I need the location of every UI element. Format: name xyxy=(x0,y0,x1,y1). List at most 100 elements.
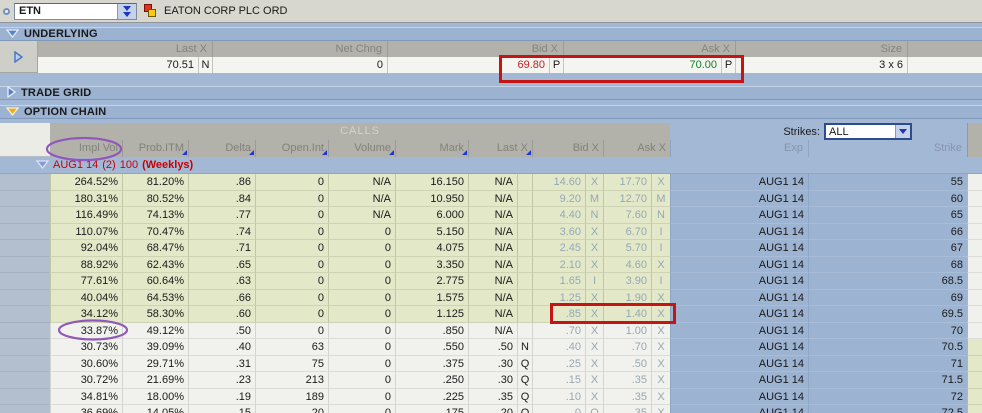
underlying-header-size[interactable]: Size xyxy=(735,41,907,57)
option-row[interactable]: 30.72% 21.69% .23 213 0.250.30 Q .15 X .35 X AUG1 … xyxy=(0,372,982,389)
underlying-header-bid[interactable]: Bid X xyxy=(387,41,563,57)
row-gutter xyxy=(0,372,50,389)
cell-ask[interactable]: .50 xyxy=(603,355,651,372)
cell-delta: .86 xyxy=(188,174,255,191)
symbol-value[interactable]: ETN xyxy=(15,5,117,17)
strikes-dropdown[interactable]: ALL xyxy=(824,123,912,140)
cell-volume: 0 xyxy=(328,273,395,290)
cell-bid[interactable]: .15 xyxy=(532,372,585,389)
cell-ask[interactable]: 1.90 xyxy=(603,289,651,306)
option-row[interactable]: 264.52% 81.20% .86 0 N/A 16.150 N/A 14.60 X 17.70… xyxy=(0,174,982,191)
cell-ask[interactable]: 6.70 xyxy=(603,223,651,240)
header-prob-itm[interactable]: Prob.ITM xyxy=(122,140,188,157)
option-row[interactable]: 34.12% 58.30% .60 0 0 1.125 N/A .85 X 1.40 X AUG1 1… xyxy=(0,306,982,323)
chevron-down-icon xyxy=(123,5,131,11)
cell-impl-vol: 30.72% xyxy=(50,372,122,389)
cell-bid[interactable]: .25 xyxy=(532,355,585,372)
option-row[interactable]: 33.87% 49.12% .50 0 0.850 N/A .70 X 1.00 X AUG1 14… xyxy=(0,322,982,339)
header-mark[interactable]: Mark xyxy=(395,140,468,157)
collapse-triangle-icon[interactable] xyxy=(5,28,20,41)
row-gutter xyxy=(0,306,50,323)
option-chain-section-bar[interactable]: OPTION CHAIN xyxy=(0,105,982,119)
puts-edge-cell xyxy=(967,207,982,224)
cell-bid[interactable]: 1.25 xyxy=(532,289,585,306)
trade-grid-section-bar[interactable]: TRADE GRID xyxy=(0,85,982,101)
option-row[interactable]: 110.07% 70.47% .74 0 0 5.150 N/A 3.60 X 6.70 I AUG1… xyxy=(0,223,982,240)
cell-bid[interactable]: .10 xyxy=(532,388,585,405)
header-delta[interactable]: Delta xyxy=(188,140,255,157)
cell-prob-itm: 81.20% xyxy=(122,174,188,191)
cell-ask[interactable]: .70 xyxy=(603,339,651,356)
cell-last: .35 xyxy=(468,388,517,405)
header-bid-x[interactable]: Bid X xyxy=(532,140,603,157)
cell-bid[interactable]: 9.20 xyxy=(532,190,585,207)
cell-prob-itm: 74.13% xyxy=(122,207,188,224)
header-last-x[interactable]: Last X xyxy=(468,140,532,157)
header-exp[interactable]: Exp xyxy=(670,140,808,157)
underlying-header-last[interactable]: Last X xyxy=(38,41,212,57)
symbol-combobox[interactable]: ETN xyxy=(14,2,137,20)
option-row[interactable]: 34.81% 18.00% .19 189 0.225.35 Q .10 X .35 X AUG1 … xyxy=(0,388,982,405)
strikes-dropdown-button[interactable] xyxy=(895,125,910,138)
cell-ask[interactable]: 1.00 xyxy=(603,322,651,339)
cell-prob-itm: 64.53% xyxy=(122,289,188,306)
cell-ask[interactable]: 4.60 xyxy=(603,256,651,273)
cell-bid-exchange: X xyxy=(585,322,603,339)
underlying-ask-value[interactable]: 70.00 xyxy=(563,57,721,73)
symbol-dropdown-button[interactable] xyxy=(117,3,136,19)
header-ask-x[interactable]: Ask X xyxy=(603,140,670,157)
cell-ask[interactable]: .35 xyxy=(603,405,651,413)
collapse-triangle-icon[interactable] xyxy=(35,159,50,172)
header-volume[interactable]: Volume xyxy=(328,140,395,157)
cell-ask[interactable]: 7.60 xyxy=(603,207,651,224)
cell-bid[interactable]: 4.40 xyxy=(532,207,585,224)
underlying-bid-value[interactable]: 69.80 xyxy=(387,57,549,73)
underlying-header-ask[interactable]: Ask X xyxy=(563,41,735,57)
collapse-triangle-icon[interactable] xyxy=(5,106,20,119)
cell-bid[interactable]: .40 xyxy=(532,339,585,356)
option-row[interactable]: 180.31% 80.52% .84 0 N/A 10.950 N/A 9.20 M 12.70 M… xyxy=(0,190,982,207)
cell-bid[interactable]: .70 xyxy=(532,322,585,339)
cell-bid[interactable]: 2.45 xyxy=(532,240,585,257)
cell-ask-exchange: X xyxy=(651,322,670,339)
option-row[interactable]: 88.92% 62.43% .65 0 0 3.350 N/A 2.10 X 4.60 X AUG1 … xyxy=(0,256,982,273)
option-row[interactable]: 40.04% 64.53% .66 0 0 1.575 N/A 1.25 X 1.90 X AUG1 … xyxy=(0,289,982,306)
expand-triangle-icon[interactable] xyxy=(6,85,17,101)
header-open-int[interactable]: Open.Int xyxy=(255,140,328,157)
cell-ask[interactable]: 12.70 xyxy=(603,190,651,207)
cell-ask[interactable]: .35 xyxy=(603,372,651,389)
cell-bid[interactable]: 0 xyxy=(532,405,585,413)
cell-bid[interactable]: 2.10 xyxy=(532,256,585,273)
cell-ask[interactable]: 1.40 xyxy=(603,306,651,323)
expiration-group-row[interactable]: AUG1 14 (2) 100 (Weeklys) xyxy=(0,157,982,174)
cell-bid[interactable]: 1.65 xyxy=(532,273,585,290)
underlying-section-bar[interactable]: UNDERLYING xyxy=(0,27,982,41)
header-impl-vol[interactable]: Impl Vol xyxy=(50,140,122,157)
option-row[interactable]: 116.49% 74.13% .77 0 N/A 6.000 N/A 4.40 N 7.60 N AU… xyxy=(0,207,982,224)
header-strike[interactable]: Strike xyxy=(808,140,967,157)
option-row[interactable]: 30.73% 39.09% .40 63 0.550.50 N .40 X .70 X AUG1 1… xyxy=(0,339,982,356)
cell-bid[interactable]: .85 xyxy=(532,306,585,323)
option-row[interactable]: 92.04% 68.47% .71 0 0 4.075 N/A 2.45 X 5.70 I AUG1 … xyxy=(0,240,982,257)
cell-ask[interactable]: .35 xyxy=(603,388,651,405)
option-row[interactable]: 36.69% 14.05% .15 20 0.175.20 Q 0 Q .35 X AUG1 14 7… xyxy=(0,405,982,413)
underlying-expander[interactable] xyxy=(0,41,38,73)
cell-bid[interactable]: 3.60 xyxy=(532,223,585,240)
cell-open-int: 0 xyxy=(255,289,328,306)
sort-icon xyxy=(322,150,327,155)
cell-ask[interactable]: 3.90 xyxy=(603,273,651,290)
cell-mark: 3.350 xyxy=(395,256,468,273)
underlying-header-netchng[interactable]: Net Chng xyxy=(212,41,387,57)
cell-ask[interactable]: 5.70 xyxy=(603,240,651,257)
calls-band-label: CALLS xyxy=(50,123,670,140)
cell-last: N/A xyxy=(468,273,517,290)
link-group-icon[interactable] xyxy=(144,4,158,18)
cell-bid[interactable]: 14.60 xyxy=(532,174,585,191)
cell-volume: N/A xyxy=(328,190,395,207)
cell-open-int: 0 xyxy=(255,174,328,191)
sort-icon xyxy=(182,150,187,155)
option-row[interactable]: 30.60% 29.71% .31 75 0.375.30 Q .25 X .50 X AUG1 1… xyxy=(0,355,982,372)
cell-ask[interactable]: 17.70 xyxy=(603,174,651,191)
option-row[interactable]: 77.61% 60.64% .63 0 0 2.775 N/A 1.65 I 3.90 I AUG1 … xyxy=(0,273,982,290)
cell-impl-vol: 36.69% xyxy=(50,405,122,413)
